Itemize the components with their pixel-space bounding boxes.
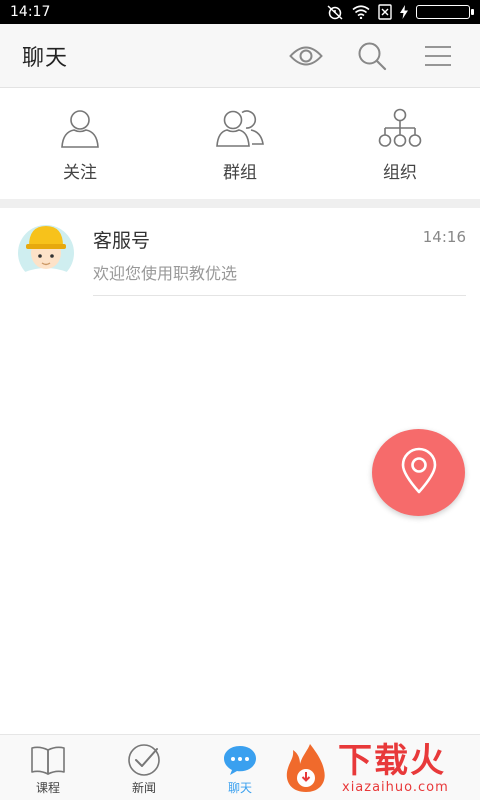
chat-name: 客服号	[93, 230, 151, 252]
check-circle-icon	[127, 743, 161, 777]
page-title: 聊天	[22, 45, 69, 71]
quick-item-follow[interactable]: 关注	[0, 89, 160, 199]
chat-bubble-icon	[222, 743, 258, 777]
quick-actions: 关注 群组 组织	[0, 89, 480, 199]
battery-icon	[416, 5, 474, 19]
tab-courses[interactable]: 课程	[0, 735, 96, 800]
chat-time: 14:16	[422, 228, 466, 246]
tab-chat[interactable]: 聊天	[192, 735, 288, 800]
quick-item-label: 关注	[63, 162, 97, 183]
menu-icon[interactable]	[418, 36, 458, 76]
location-pin-icon	[399, 447, 439, 499]
search-icon[interactable]	[352, 36, 392, 76]
chat-list-item[interactable]: 客服号 14:16 欢迎您使用职教优选	[0, 208, 480, 296]
watermark-cn: 下载火	[338, 740, 446, 781]
watermark-text: 下载火 xiazaihuo.com	[338, 742, 449, 795]
chat-item-body: 客服号 14:16 欢迎您使用职教优选	[93, 208, 466, 296]
book-icon	[30, 743, 66, 777]
chat-preview: 欢迎您使用职教优选	[93, 264, 238, 283]
tab-label: 聊天	[227, 781, 252, 795]
org-chart-icon	[377, 106, 423, 150]
status-icons	[326, 4, 474, 20]
watermark-en: xiazaihuo.com	[342, 779, 449, 795]
status-bar: 14:17	[0, 0, 480, 24]
flame-logo-icon	[280, 742, 332, 794]
location-fab-button[interactable]	[372, 429, 465, 516]
quick-item-organization[interactable]: 组织	[320, 89, 480, 199]
quick-item-groups[interactable]: 群组	[160, 89, 320, 199]
sim-off-icon	[378, 4, 392, 20]
status-time: 14:17	[10, 4, 51, 20]
section-divider	[0, 199, 480, 208]
tab-label: 课程	[35, 781, 60, 795]
app-bar: 聊天	[0, 24, 480, 88]
tab-label: 新闻	[131, 781, 156, 795]
alarm-off-icon	[326, 4, 344, 20]
eye-icon[interactable]	[286, 36, 326, 76]
quick-item-label: 群组	[223, 162, 257, 183]
user-icon	[59, 106, 101, 150]
group-icon	[214, 106, 266, 150]
header-actions	[260, 36, 458, 76]
tab-news[interactable]: 新闻	[96, 735, 192, 800]
avatar	[17, 220, 75, 282]
watermark: 下载火 xiazaihuo.com	[280, 736, 480, 800]
wifi-icon	[352, 5, 370, 19]
charging-icon	[400, 5, 408, 19]
quick-item-label: 组织	[383, 162, 417, 183]
